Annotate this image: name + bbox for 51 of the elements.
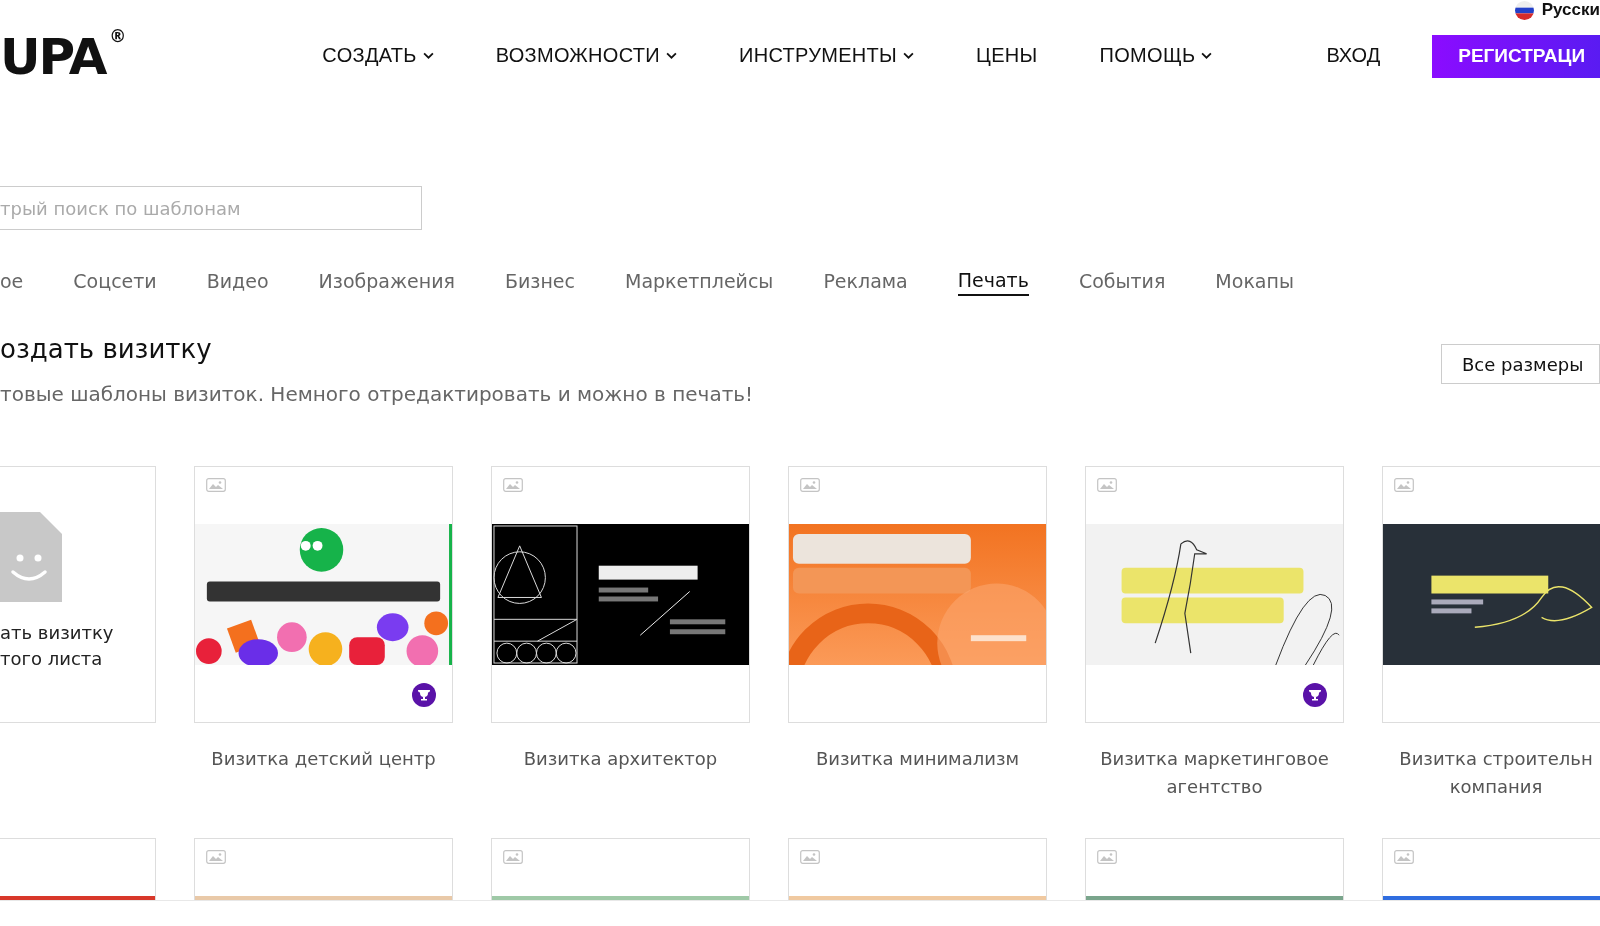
image-icon [800, 850, 820, 864]
flag-icon [1514, 0, 1534, 20]
template-caption: Визитка архитектор [522, 747, 719, 771]
category-tab[interactable]: Изображения [318, 266, 455, 296]
image-icon [503, 478, 523, 492]
template-caption: Визитка детский центр [210, 747, 437, 771]
image-icon [206, 850, 226, 864]
category-tab[interactable]: Печать [957, 266, 1029, 296]
template-caption: Визитка минимализм [814, 747, 1021, 771]
template-card[interactable] [1382, 466, 1600, 723]
register-button[interactable]: РЕГИСТРАЦИ [1432, 34, 1600, 78]
chevron-down-icon [666, 51, 677, 59]
all-sizes-button[interactable]: Все размеры [1441, 344, 1600, 384]
login-link[interactable]: ВХОД [1326, 43, 1381, 67]
category-tab[interactable]: ое [0, 266, 24, 296]
blank-template-label: ать визитку того листа [0, 621, 114, 671]
image-icon [1394, 850, 1414, 864]
category-tab[interactable]: Маркетплейсы [625, 266, 774, 296]
nav-menu-item[interactable]: ЦЕНЫ [976, 43, 1038, 67]
image-icon [206, 478, 226, 492]
smiling-document-icon [0, 512, 62, 602]
trophy-icon [1303, 683, 1327, 707]
section-title: оздать визитку [0, 334, 213, 364]
search-field[interactable]: трый поиск по шаблонам [0, 186, 422, 230]
image-icon [1394, 478, 1414, 492]
image-icon [800, 478, 820, 492]
template-caption: Визитка строительн компания [1398, 747, 1594, 799]
language-selector[interactable]: Русски [1541, 0, 1600, 20]
section-subtitle: товые шаблоны визиток. Немного отредактировать и можно в печать! [0, 382, 754, 406]
nav-menu-item[interactable]: СОЗДАТЬ [322, 43, 434, 67]
template-card[interactable] [491, 466, 750, 723]
chevron-down-icon [1201, 51, 1213, 59]
chevron-down-icon [903, 51, 915, 59]
nav-menu-item[interactable]: ИНСТРУМЕНТЫ [739, 43, 915, 67]
trophy-icon [412, 683, 436, 707]
nav-menu-item[interactable]: ПОМОЩЬ [1099, 43, 1213, 67]
logo[interactable]: UPA$^{®}$ [0, 28, 125, 86]
nav-menu-item[interactable]: ВОЗМОЖНОСТИ [495, 43, 677, 67]
category-tab[interactable]: Бизнес [504, 266, 575, 296]
chevron-down-icon [422, 51, 434, 59]
image-icon [1097, 850, 1117, 864]
image-icon [1097, 478, 1117, 492]
template-caption: Визитка маркетинговое агентство [1099, 747, 1330, 799]
blank-template-card[interactable]: ать визитку того листа [0, 466, 156, 723]
category-tab[interactable]: События [1078, 266, 1166, 296]
category-tab[interactable]: Соцсети [73, 266, 157, 296]
category-tab[interactable]: Реклама [823, 266, 908, 296]
category-tab[interactable]: Видео [206, 266, 269, 296]
template-card[interactable] [194, 466, 453, 723]
image-icon [503, 850, 523, 864]
category-tab[interactable]: Мокапы [1215, 266, 1294, 296]
